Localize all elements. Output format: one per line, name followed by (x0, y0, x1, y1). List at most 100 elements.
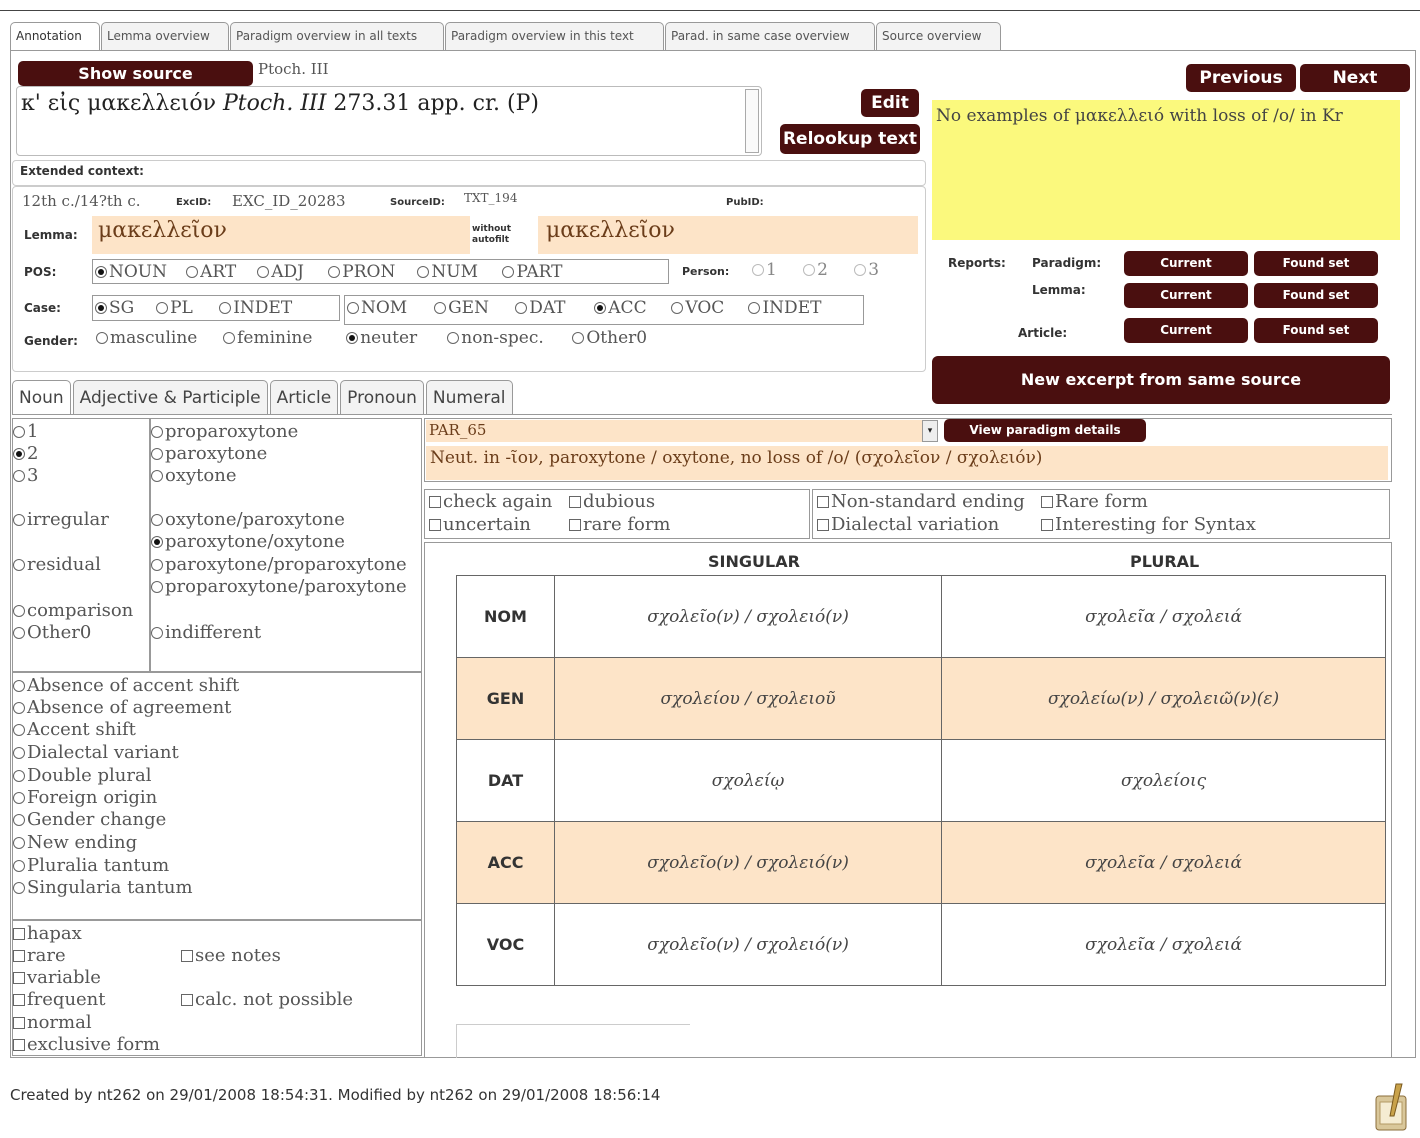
tab-source-overview[interactable]: Source overview (876, 22, 1001, 50)
radio-icon (13, 426, 25, 438)
class-3-option[interactable]: 3 (13, 465, 38, 486)
accent-oxy-parox-option[interactable]: oxytone/paroxytone (151, 509, 345, 530)
rare-form-flag-checkbox[interactable]: Rare form (1041, 491, 1148, 512)
radio-icon (13, 837, 25, 849)
tab-same-case-overview[interactable]: Parad. in same case overview (665, 22, 875, 50)
reports-label: Reports: (948, 256, 1006, 270)
dialectal-variation-checkbox[interactable]: Dialectal variation (817, 514, 999, 535)
accent-parox-oxy-option[interactable]: paroxytone/oxytone (151, 531, 345, 552)
radio-icon (13, 792, 25, 804)
accent-group: proparoxytone paroxytone oxytone oxytone… (150, 418, 422, 672)
freq-variable-checkbox[interactable]: variable (13, 967, 101, 988)
tab-annotation[interactable]: Annotation (10, 22, 100, 50)
paradigm-select[interactable]: PAR_65 (426, 420, 922, 442)
accent-proparoxytone-option[interactable]: proparoxytone (151, 421, 298, 442)
source-scrollbar[interactable] (745, 89, 759, 153)
lemma-found-set-button[interactable]: Found set (1254, 283, 1378, 308)
rare-form-checkbox[interactable]: rare form (569, 514, 671, 535)
comparison-option[interactable]: comparison (13, 600, 133, 621)
source-text-box[interactable]: κ' εἰς μακελλειόν Ptoch. III 273.31 app.… (16, 86, 762, 156)
tab-article[interactable]: Article (269, 380, 339, 414)
checkbox-icon (429, 496, 441, 508)
checkbox-icon (1041, 519, 1053, 531)
review-flags-group: check again dubious uncertain rare form (424, 489, 810, 539)
irregular-option[interactable]: irregular (13, 509, 109, 530)
accent-paroxytone-option[interactable]: paroxytone (151, 443, 267, 464)
tab-lemma-overview[interactable]: Lemma overview (101, 22, 229, 50)
relookup-text-button[interactable]: Relookup text (780, 124, 920, 154)
accent-oxytone-option[interactable]: oxytone (151, 465, 236, 486)
case-label-cell: DAT (456, 739, 555, 822)
tab-pronoun[interactable]: Pronoun (340, 380, 424, 414)
new-excerpt-button[interactable]: New excerpt from same source (932, 356, 1390, 404)
dubious-checkbox[interactable]: dubious (569, 491, 655, 512)
checkbox-icon (429, 519, 441, 531)
tab-adjective-participle[interactable]: Adjective & Participle (72, 380, 268, 414)
class-1-option[interactable]: 1 (13, 421, 38, 442)
article-found-set-button[interactable]: Found set (1254, 318, 1378, 343)
phenomenon-option[interactable]: Gender change (13, 809, 166, 830)
phenomenon-option[interactable]: Double plural (13, 765, 151, 786)
freq-hapax-checkbox[interactable]: hapax (13, 923, 82, 944)
class-other-option[interactable]: Other0 (13, 622, 91, 643)
phenomenon-option[interactable]: Pluralia tantum (13, 855, 169, 876)
freq-rare-checkbox[interactable]: rare (13, 945, 66, 966)
declension-class-group: 1 2 3 irregular residual comparison Othe… (12, 418, 150, 672)
check-again-checkbox[interactable]: check again (429, 491, 552, 512)
checkbox-icon (817, 519, 829, 531)
show-source-button[interactable]: Show source (18, 61, 253, 86)
freq-exclusive-checkbox[interactable]: exclusive form (13, 1034, 160, 1055)
tab-paradigm-all-texts[interactable]: Paradigm overview in all texts (230, 22, 444, 50)
notes-field[interactable] (456, 1024, 690, 1058)
paradigm-found-set-button[interactable]: Found set (1254, 251, 1378, 276)
calc-not-possible-checkbox[interactable]: calc. not possible (181, 989, 353, 1010)
table-row: DAT σχολείῳ σχολείοις (456, 739, 1386, 822)
radio-icon (13, 702, 25, 714)
tab-noun[interactable]: Noun (12, 380, 71, 414)
interesting-syntax-checkbox[interactable]: Interesting for Syntax (1041, 514, 1256, 535)
phenomenon-option[interactable]: Absence of accent shift (13, 675, 239, 696)
note-box[interactable]: No examples of μακελλειό with loss of /o… (932, 100, 1400, 240)
dropdown-arrow-icon[interactable]: ▾ (922, 420, 938, 442)
plural-cell: σχολείοις (941, 739, 1386, 822)
report-paradigm-label: Paradigm: (1032, 256, 1102, 270)
freq-normal-checkbox[interactable]: normal (13, 1012, 92, 1033)
plural-cell: σχολεῖα / σχολειά (941, 903, 1386, 986)
radio-icon (13, 882, 25, 894)
class-2-option[interactable]: 2 (13, 443, 38, 464)
phenomenon-option[interactable]: Singularia tantum (13, 877, 193, 898)
edit-record-icon[interactable] (1372, 1082, 1412, 1132)
top-rule (0, 10, 1420, 11)
paradigm-description: Neut. in -ῖον, paroxytone / oxytone, no … (426, 446, 1388, 480)
accent-parox-proparox-option[interactable]: paroxytone/proparoxytone (151, 554, 407, 575)
singular-header: SINGULAR (708, 552, 800, 571)
checkbox-icon (569, 519, 581, 531)
frequency-group: hapax rare variable frequent normal excl… (12, 920, 422, 1056)
phenomenon-option[interactable]: Absence of agreement (13, 697, 231, 718)
next-button[interactable]: Next (1300, 64, 1410, 92)
lemma-current-button[interactable]: Current (1124, 283, 1248, 308)
see-notes-checkbox[interactable]: see notes (181, 945, 281, 966)
non-standard-ending-checkbox[interactable]: Non-standard ending (817, 491, 1025, 512)
phenomenon-option[interactable]: Foreign origin (13, 787, 157, 808)
tab-paradigm-this-text[interactable]: Paradigm overview in this text (445, 22, 664, 50)
previous-button[interactable]: Previous (1186, 64, 1296, 92)
uncertain-checkbox[interactable]: uncertain (429, 514, 531, 535)
article-current-button[interactable]: Current (1124, 318, 1248, 343)
phenomenon-option[interactable]: Dialectal variant (13, 742, 179, 763)
phenomenon-option[interactable]: Accent shift (13, 719, 136, 740)
freq-frequent-checkbox[interactable]: frequent (13, 989, 106, 1010)
accent-proparox-parox-option[interactable]: proparoxytone/paroxytone (151, 576, 407, 597)
phenomenon-option[interactable]: New ending (13, 832, 137, 853)
radio-icon (13, 747, 25, 759)
radio-icon (151, 581, 163, 593)
tab-numeral[interactable]: Numeral (425, 380, 513, 414)
view-paradigm-details-button[interactable]: View paradigm details (944, 419, 1146, 442)
accent-indifferent-option[interactable]: indifferent (151, 622, 261, 643)
source-name: Ptoch. III (258, 60, 329, 78)
residual-option[interactable]: residual (13, 554, 101, 575)
edit-button[interactable]: Edit (861, 89, 919, 117)
paradigm-current-button[interactable]: Current (1124, 251, 1248, 276)
radio-icon (13, 627, 25, 639)
radio-icon (151, 559, 163, 571)
